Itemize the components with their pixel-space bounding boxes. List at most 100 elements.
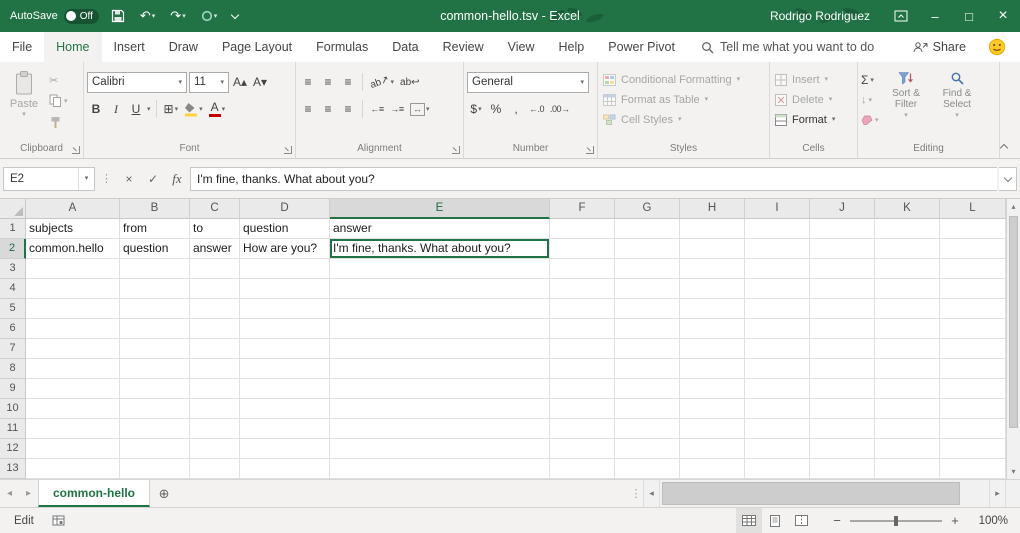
cell-D8[interactable] <box>240 359 330 379</box>
zoom-percentage[interactable]: 100% <box>962 515 1008 527</box>
cell-G10[interactable] <box>615 399 680 419</box>
delete-cells-button[interactable]: Delete ▾ <box>773 90 854 109</box>
cell-H1[interactable] <box>680 219 745 239</box>
cell-C6[interactable] <box>190 319 240 339</box>
cell-H12[interactable] <box>680 439 745 459</box>
redo-button[interactable]: ↷▾ <box>167 4 188 28</box>
cell-E6[interactable] <box>330 319 550 339</box>
cell-A11[interactable] <box>26 419 120 439</box>
cell-L5[interactable] <box>940 299 1006 319</box>
align-center-button[interactable]: ≡ <box>319 99 337 120</box>
cell-H8[interactable] <box>680 359 745 379</box>
cell-G13[interactable] <box>615 459 680 479</box>
enter-button[interactable]: ✓ <box>142 167 164 191</box>
cell-A12[interactable] <box>26 439 120 459</box>
cell-H2[interactable] <box>680 239 745 259</box>
cell-H9[interactable] <box>680 379 745 399</box>
tab-power-pivot[interactable]: Power Pivot <box>596 32 687 62</box>
cell-B13[interactable] <box>120 459 190 479</box>
fill-color-button[interactable]: ▾ <box>182 99 205 120</box>
cell-D5[interactable] <box>240 299 330 319</box>
cell-J10[interactable] <box>810 399 875 419</box>
cell-A5[interactable] <box>26 299 120 319</box>
row-header-7[interactable]: 7 <box>0 339 26 359</box>
cell-C4[interactable] <box>190 279 240 299</box>
customize-quick-access-button[interactable] <box>229 4 241 28</box>
decrease-decimal-button[interactable]: .00→ <box>548 99 572 120</box>
alignment-dialog-launcher[interactable] <box>452 146 460 154</box>
format-cells-button[interactable]: Format ▾ <box>773 110 854 129</box>
align-left-button[interactable]: ≡ <box>299 99 317 120</box>
cell-H7[interactable] <box>680 339 745 359</box>
column-header-H[interactable]: H <box>680 199 745 219</box>
cell-G9[interactable] <box>615 379 680 399</box>
column-header-B[interactable]: B <box>120 199 190 219</box>
cell-L7[interactable] <box>940 339 1006 359</box>
format-as-table-button[interactable]: Format as Table ▾ <box>601 90 766 109</box>
vertical-scroll-track[interactable] <box>1007 214 1020 464</box>
number-format-select[interactable]: General ▾ <box>467 72 589 93</box>
align-top-button[interactable]: ≡ <box>299 72 317 93</box>
cell-G7[interactable] <box>615 339 680 359</box>
cell-C1[interactable]: to <box>190 219 240 239</box>
row-header-3[interactable]: 3 <box>0 259 26 279</box>
cell-F8[interactable] <box>550 359 615 379</box>
cell-G2[interactable] <box>615 239 680 259</box>
cell-K11[interactable] <box>875 419 940 439</box>
cell-I9[interactable] <box>745 379 810 399</box>
cell-B10[interactable] <box>120 399 190 419</box>
tab-home[interactable]: Home <box>44 32 101 62</box>
cell-H11[interactable] <box>680 419 745 439</box>
scroll-up-button[interactable]: ▴ <box>1007 199 1020 214</box>
cell-C11[interactable] <box>190 419 240 439</box>
align-bottom-button[interactable]: ≡ <box>339 72 357 93</box>
cell-B2[interactable]: question <box>120 239 190 259</box>
cell-J11[interactable] <box>810 419 875 439</box>
tab-formulas[interactable]: Formulas <box>304 32 380 62</box>
cell-K7[interactable] <box>875 339 940 359</box>
row-header-6[interactable]: 6 <box>0 319 26 339</box>
column-header-A[interactable]: A <box>26 199 120 219</box>
wrap-text-button[interactable]: ab↩ <box>398 72 422 93</box>
cell-J1[interactable] <box>810 219 875 239</box>
cell-A3[interactable] <box>26 259 120 279</box>
cell-K8[interactable] <box>875 359 940 379</box>
cell-L1[interactable] <box>940 219 1006 239</box>
cell-D10[interactable] <box>240 399 330 419</box>
cell-G6[interactable] <box>615 319 680 339</box>
close-button[interactable]: × <box>986 0 1020 32</box>
zoom-out-button[interactable]: − <box>830 513 844 528</box>
scroll-left-button[interactable]: ◂ <box>643 480 659 507</box>
cell-E10[interactable] <box>330 399 550 419</box>
cell-K4[interactable] <box>875 279 940 299</box>
cell-E7[interactable] <box>330 339 550 359</box>
cell-F6[interactable] <box>550 319 615 339</box>
cell-I7[interactable] <box>745 339 810 359</box>
font-dialog-launcher[interactable] <box>284 146 292 154</box>
cell-K10[interactable] <box>875 399 940 419</box>
save-button[interactable] <box>108 4 128 28</box>
cell-D3[interactable] <box>240 259 330 279</box>
next-sheet-button[interactable]: ▸ <box>19 480 38 507</box>
column-header-C[interactable]: C <box>190 199 240 219</box>
cell-A6[interactable] <box>26 319 120 339</box>
tab-review[interactable]: Review <box>431 32 496 62</box>
cell-L13[interactable] <box>940 459 1006 479</box>
cell-D11[interactable] <box>240 419 330 439</box>
cell-I1[interactable] <box>745 219 810 239</box>
cell-B5[interactable] <box>120 299 190 319</box>
maximize-button[interactable]: □ <box>952 0 986 32</box>
cell-A9[interactable] <box>26 379 120 399</box>
cell-D4[interactable] <box>240 279 330 299</box>
normal-view-button[interactable] <box>736 508 762 533</box>
zoom-slider-thumb[interactable] <box>894 516 898 526</box>
cell-C10[interactable] <box>190 399 240 419</box>
cell-K2[interactable] <box>875 239 940 259</box>
cell-C3[interactable] <box>190 259 240 279</box>
cell-styles-button[interactable]: Cell Styles ▾ <box>601 110 766 129</box>
autosum-button[interactable]: Σ▾ <box>861 71 879 89</box>
sheetbar-grip[interactable]: ⋮ <box>629 480 643 507</box>
column-header-D[interactable]: D <box>240 199 330 219</box>
tab-file[interactable]: File <box>0 32 44 62</box>
cell-B11[interactable] <box>120 419 190 439</box>
